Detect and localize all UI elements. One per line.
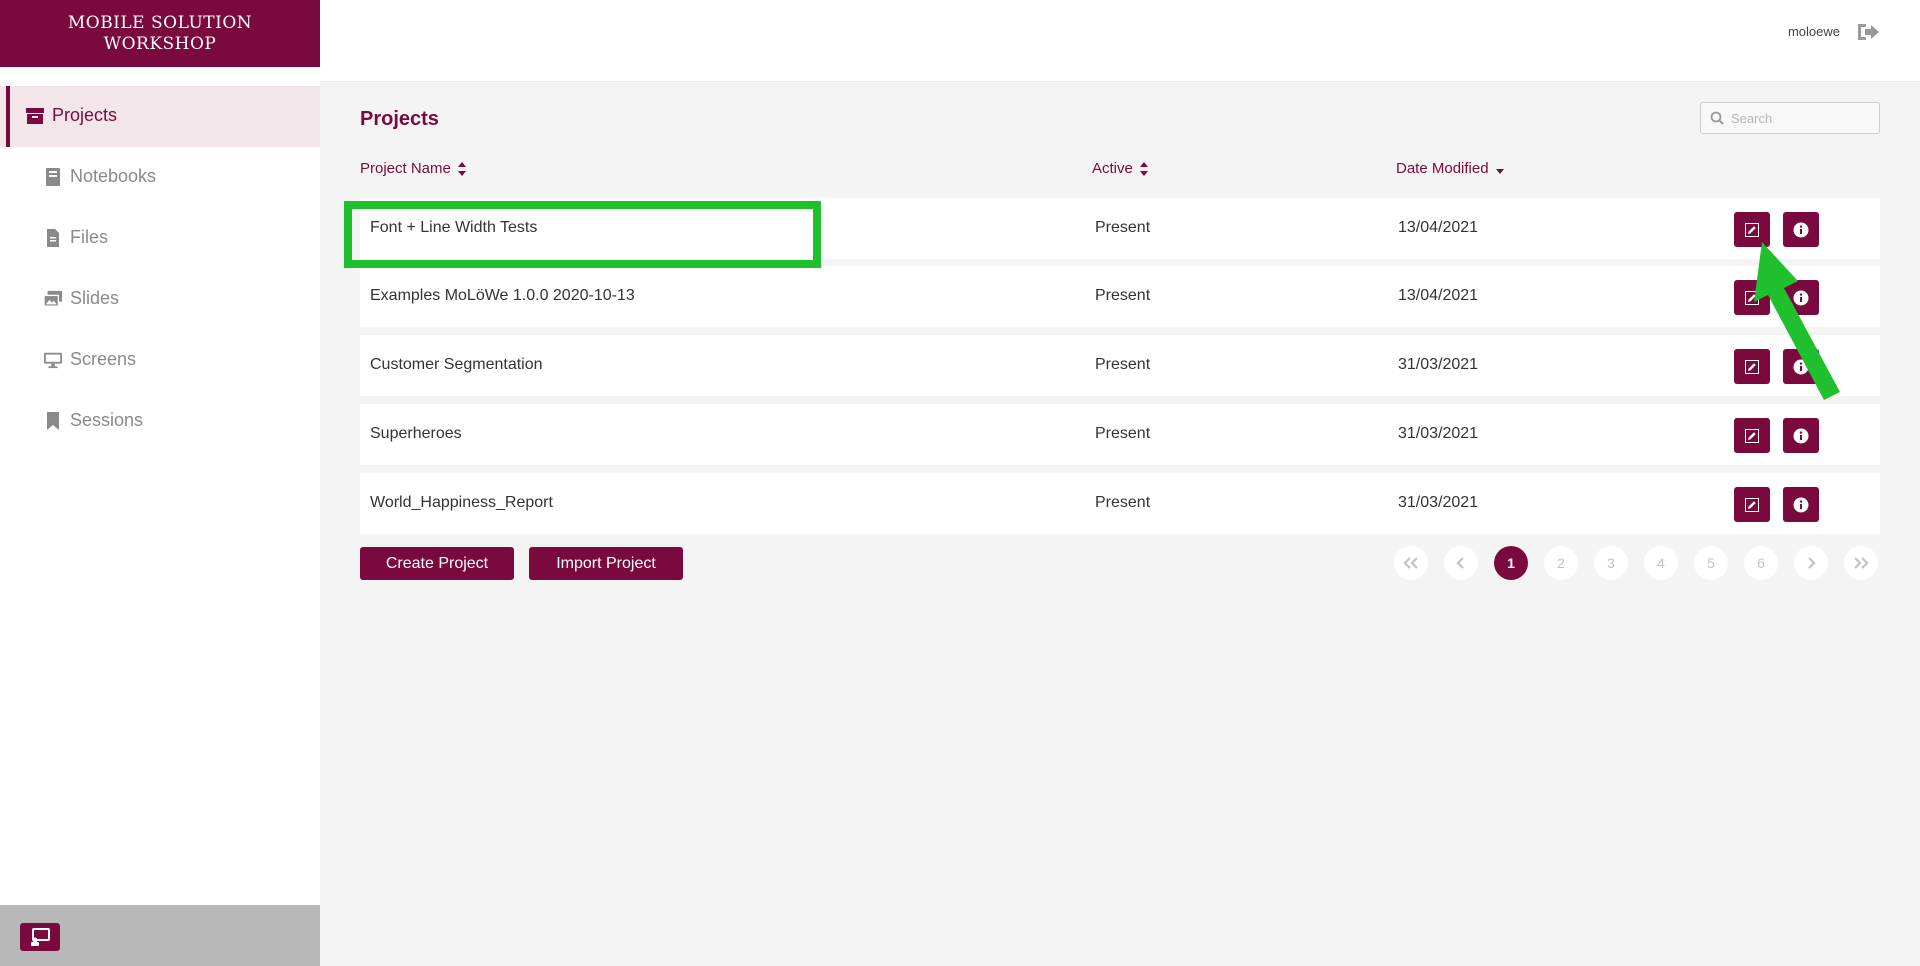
project-name[interactable]: Superheroes bbox=[370, 425, 462, 443]
pencil-icon bbox=[1745, 428, 1759, 443]
sidebar-item-sessions[interactable]: Sessions bbox=[0, 391, 320, 452]
table-row[interactable]: Examples MoLöWe 1.0.0 2020-10-13 Present… bbox=[360, 266, 1880, 327]
sidebar-item-label: Files bbox=[70, 227, 109, 247]
pointer-arrow-icon bbox=[1754, 242, 1840, 400]
presentation-button[interactable] bbox=[20, 923, 60, 951]
book-icon bbox=[46, 168, 60, 186]
edit-button[interactable] bbox=[1734, 418, 1770, 453]
table-row[interactable]: World_Happiness_Report Present 31/03/202… bbox=[360, 473, 1880, 534]
pencil-icon bbox=[1745, 497, 1759, 512]
sort-icon bbox=[1139, 161, 1148, 176]
project-active: Present bbox=[1095, 425, 1151, 442]
sidebar-footer bbox=[0, 905, 320, 966]
sort-desc-icon bbox=[1495, 168, 1504, 174]
sidebar-item-files[interactable]: Files bbox=[0, 208, 320, 269]
project-name[interactable]: Customer Segmentation bbox=[370, 356, 543, 374]
info-button[interactable] bbox=[1783, 487, 1819, 522]
sidebar-item-label: Screens bbox=[70, 349, 137, 369]
sidebar-item-slides[interactable]: Slides bbox=[0, 269, 320, 330]
sidebar-item-projects[interactable]: Projects bbox=[0, 86, 320, 147]
project-date: 13/04/2021 bbox=[1398, 219, 1479, 236]
project-date: 13/04/2021 bbox=[1398, 287, 1479, 304]
sidebar-item-label: Sessions bbox=[70, 410, 144, 430]
sidebar-nav: Projects Notebooks Files Slides Screens … bbox=[0, 86, 320, 452]
prev-page-button[interactable] bbox=[1444, 546, 1478, 580]
double-chevron-right-icon bbox=[1854, 557, 1869, 569]
search-icon bbox=[1710, 111, 1724, 125]
info-icon bbox=[1793, 428, 1809, 443]
project-name[interactable]: World_Happiness_Report bbox=[370, 494, 553, 512]
project-name[interactable]: Examples MoLöWe 1.0.0 2020-10-13 bbox=[370, 287, 635, 305]
column-header-date-modified[interactable]: Date Modified bbox=[1396, 160, 1505, 177]
images-icon bbox=[44, 290, 62, 307]
archive-icon bbox=[26, 108, 44, 124]
search-box bbox=[1700, 102, 1880, 134]
presentation-icon bbox=[31, 928, 50, 946]
info-button[interactable] bbox=[1783, 418, 1819, 453]
column-label: Active bbox=[1092, 160, 1133, 177]
brand-logo[interactable]: MOBILE SOLUTION WORKSHOP bbox=[0, 0, 320, 67]
sign-out-icon[interactable] bbox=[1856, 20, 1880, 44]
column-label: Date Modified bbox=[1396, 160, 1489, 177]
bookmark-icon bbox=[47, 412, 59, 430]
sidebar-item-label: Projects bbox=[52, 105, 118, 125]
project-date: 31/03/2021 bbox=[1398, 494, 1479, 511]
next-page-button[interactable] bbox=[1794, 546, 1828, 580]
project-active: Present bbox=[1095, 219, 1151, 236]
user-name: moloewe bbox=[1787, 24, 1840, 39]
project-date: 31/03/2021 bbox=[1398, 425, 1479, 442]
column-header-project-name[interactable]: Project Name bbox=[360, 160, 467, 177]
project-active: Present bbox=[1095, 356, 1151, 373]
edit-button[interactable] bbox=[1734, 487, 1770, 522]
table-row[interactable]: Superheroes Present 31/03/2021 bbox=[360, 404, 1880, 465]
import-project-button[interactable]: Import Project bbox=[529, 547, 683, 580]
sidebar: MOBILE SOLUTION WORKSHOP Projects Notebo… bbox=[0, 0, 320, 966]
create-project-button[interactable]: Create Project bbox=[360, 547, 514, 580]
sidebar-item-screens[interactable]: Screens bbox=[0, 330, 320, 391]
file-icon bbox=[47, 229, 59, 247]
table-row[interactable]: Customer Segmentation Present 31/03/2021 bbox=[360, 335, 1880, 396]
chevron-left-icon bbox=[1456, 557, 1464, 569]
page-1-button[interactable]: 1 bbox=[1494, 546, 1528, 580]
search-input[interactable] bbox=[1731, 107, 1871, 129]
sidebar-item-label: Slides bbox=[70, 288, 120, 308]
sidebar-item-notebooks[interactable]: Notebooks bbox=[0, 147, 320, 208]
page-3-button[interactable]: 3 bbox=[1594, 546, 1628, 580]
top-bar: moloewe bbox=[320, 0, 1920, 82]
brand-line-2: WORKSHOP bbox=[103, 33, 217, 54]
sort-icon bbox=[457, 161, 466, 176]
column-label: Project Name bbox=[360, 160, 451, 177]
page-6-button[interactable]: 6 bbox=[1744, 546, 1778, 580]
first-page-button[interactable] bbox=[1394, 546, 1428, 580]
info-icon bbox=[1793, 497, 1809, 512]
page-title: Projects bbox=[360, 108, 439, 130]
brand-line-1: MOBILE SOLUTION bbox=[67, 12, 253, 33]
column-header-active[interactable]: Active bbox=[1092, 160, 1149, 177]
sidebar-item-label: Notebooks bbox=[70, 166, 157, 186]
chevron-right-icon bbox=[1808, 557, 1816, 569]
last-page-button[interactable] bbox=[1844, 546, 1878, 580]
double-chevron-left-icon bbox=[1403, 557, 1418, 569]
project-date: 31/03/2021 bbox=[1398, 356, 1479, 373]
page-4-button[interactable]: 4 bbox=[1644, 546, 1678, 580]
project-active: Present bbox=[1095, 494, 1151, 511]
page-5-button[interactable]: 5 bbox=[1694, 546, 1728, 580]
project-active: Present bbox=[1095, 287, 1151, 304]
monitor-icon bbox=[44, 352, 62, 369]
highlight-box bbox=[344, 201, 821, 268]
page-2-button[interactable]: 2 bbox=[1544, 546, 1578, 580]
